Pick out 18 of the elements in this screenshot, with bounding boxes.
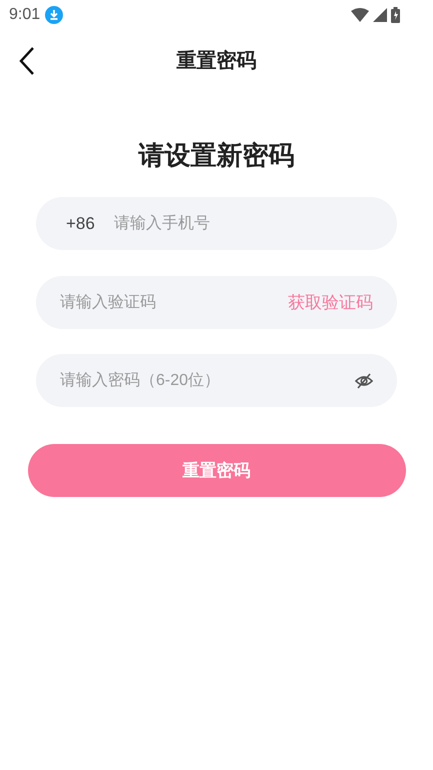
reset-password-button[interactable]: 重置密码 — [28, 444, 406, 497]
password-input[interactable]: 请输入密码（6-20位） — [60, 368, 353, 392]
form-heading: 请设置新密码 — [138, 139, 294, 172]
page-title: 重置密码 — [176, 48, 256, 74]
wifi-icon — [351, 8, 369, 22]
get-code-button[interactable]: 获取验证码 — [288, 290, 373, 316]
battery-icon — [391, 7, 400, 23]
phone-field[interactable]: +86 请输入手机号 — [36, 197, 397, 250]
download-icon — [45, 6, 64, 24]
country-code[interactable]: +86 — [66, 210, 95, 236]
code-field[interactable]: 请输入验证码 获取验证码 — [36, 276, 397, 329]
phone-input[interactable]: 请输入手机号 — [114, 212, 397, 236]
code-input[interactable]: 请输入验证码 — [60, 290, 288, 314]
password-field[interactable]: 请输入密码（6-20位） — [36, 354, 397, 407]
eye-slash-icon — [354, 370, 374, 390]
signal-icon — [373, 8, 387, 22]
status-time: 9:01 — [9, 5, 40, 25]
back-icon — [19, 47, 35, 75]
